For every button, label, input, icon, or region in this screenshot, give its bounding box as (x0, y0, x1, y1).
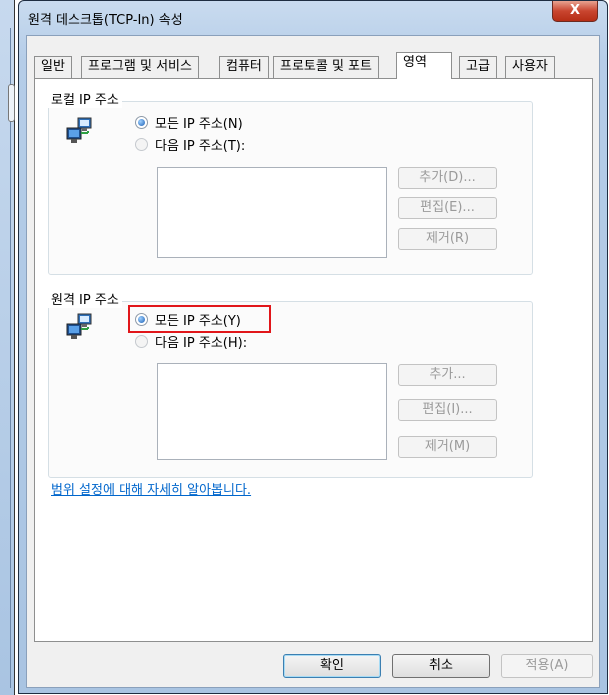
remote-any-ip-label: 모든 IP 주소(Y) (155, 314, 241, 329)
tab-protocols-ports[interactable]: 프로토콜 및 포트 (273, 56, 379, 78)
properties-dialog: 원격 데스크톱(TCP-In) 속성 X 일반 프로그램 및 서비스 컴퓨터 프… (18, 0, 608, 694)
close-icon: X (569, 3, 581, 18)
background-window-frame (2, 28, 11, 688)
remote-ip-group-label: 원격 IP 주소 (48, 289, 122, 308)
local-these-ip-radio[interactable] (135, 138, 148, 151)
remote-these-ip-label: 다음 IP 주소(H): (155, 336, 248, 351)
close-button[interactable]: X (552, 1, 598, 22)
tab-scope[interactable]: 영역 (396, 52, 452, 79)
tab-advanced[interactable]: 고급 (459, 56, 497, 78)
remote-add-button[interactable]: 추가... (398, 364, 497, 386)
local-add-button[interactable]: 추가(D)... (398, 167, 497, 189)
local-remove-button[interactable]: 제거(R) (398, 228, 497, 250)
local-these-ip-option[interactable]: 다음 IP 주소(T): (135, 135, 245, 154)
cancel-button[interactable]: 취소 (392, 654, 490, 678)
network-computers-icon (66, 313, 92, 339)
local-any-ip-radio[interactable] (135, 116, 148, 129)
background-window-edge (0, 0, 15, 695)
tab-users[interactable]: 사용자 (505, 56, 555, 78)
remote-edit-button[interactable]: 편집(I)... (398, 399, 497, 421)
network-computers-icon (66, 117, 92, 143)
local-edit-button[interactable]: 편집(E)... (398, 197, 497, 219)
remote-any-ip-option[interactable]: 모든 IP 주소(Y) (135, 310, 241, 329)
local-ip-list[interactable] (157, 167, 387, 258)
local-ip-group-label: 로컬 IP 주소 (48, 89, 122, 108)
remote-any-ip-radio[interactable] (135, 313, 148, 326)
remote-ip-list[interactable] (157, 363, 387, 460)
local-these-ip-label: 다음 IP 주소(T): (155, 139, 246, 154)
scope-help-link[interactable]: 범위 설정에 대해 자세히 알아봅니다. (51, 479, 251, 498)
ok-button[interactable]: 확인 (283, 654, 381, 678)
dialog-client-area: 일반 프로그램 및 서비스 컴퓨터 프로토콜 및 포트 영역 고급 사용자 로컬… (26, 35, 600, 688)
remote-remove-button[interactable]: 제거(M) (398, 436, 497, 458)
remote-these-ip-option[interactable]: 다음 IP 주소(H): (135, 332, 247, 351)
scope-tab-panel: 로컬 IP 주소 모든 IP 주소(N) 다음 IP 주소(T): 추가(D).… (34, 78, 593, 642)
window-title: 원격 데스크톱(TCP-In) 속성 (28, 13, 183, 28)
background-scroll-knob (8, 84, 15, 122)
tab-programs-services[interactable]: 프로그램 및 서비스 (81, 56, 199, 78)
apply-button[interactable]: 적용(A) (501, 654, 593, 678)
tab-general[interactable]: 일반 (34, 56, 72, 78)
local-any-ip-label: 모든 IP 주소(N) (155, 117, 243, 132)
tab-computers[interactable]: 컴퓨터 (219, 56, 269, 78)
remote-these-ip-radio[interactable] (135, 335, 148, 348)
title-bar[interactable]: 원격 데스크톱(TCP-In) 속성 X (19, 1, 607, 35)
local-any-ip-option[interactable]: 모든 IP 주소(N) (135, 113, 243, 132)
